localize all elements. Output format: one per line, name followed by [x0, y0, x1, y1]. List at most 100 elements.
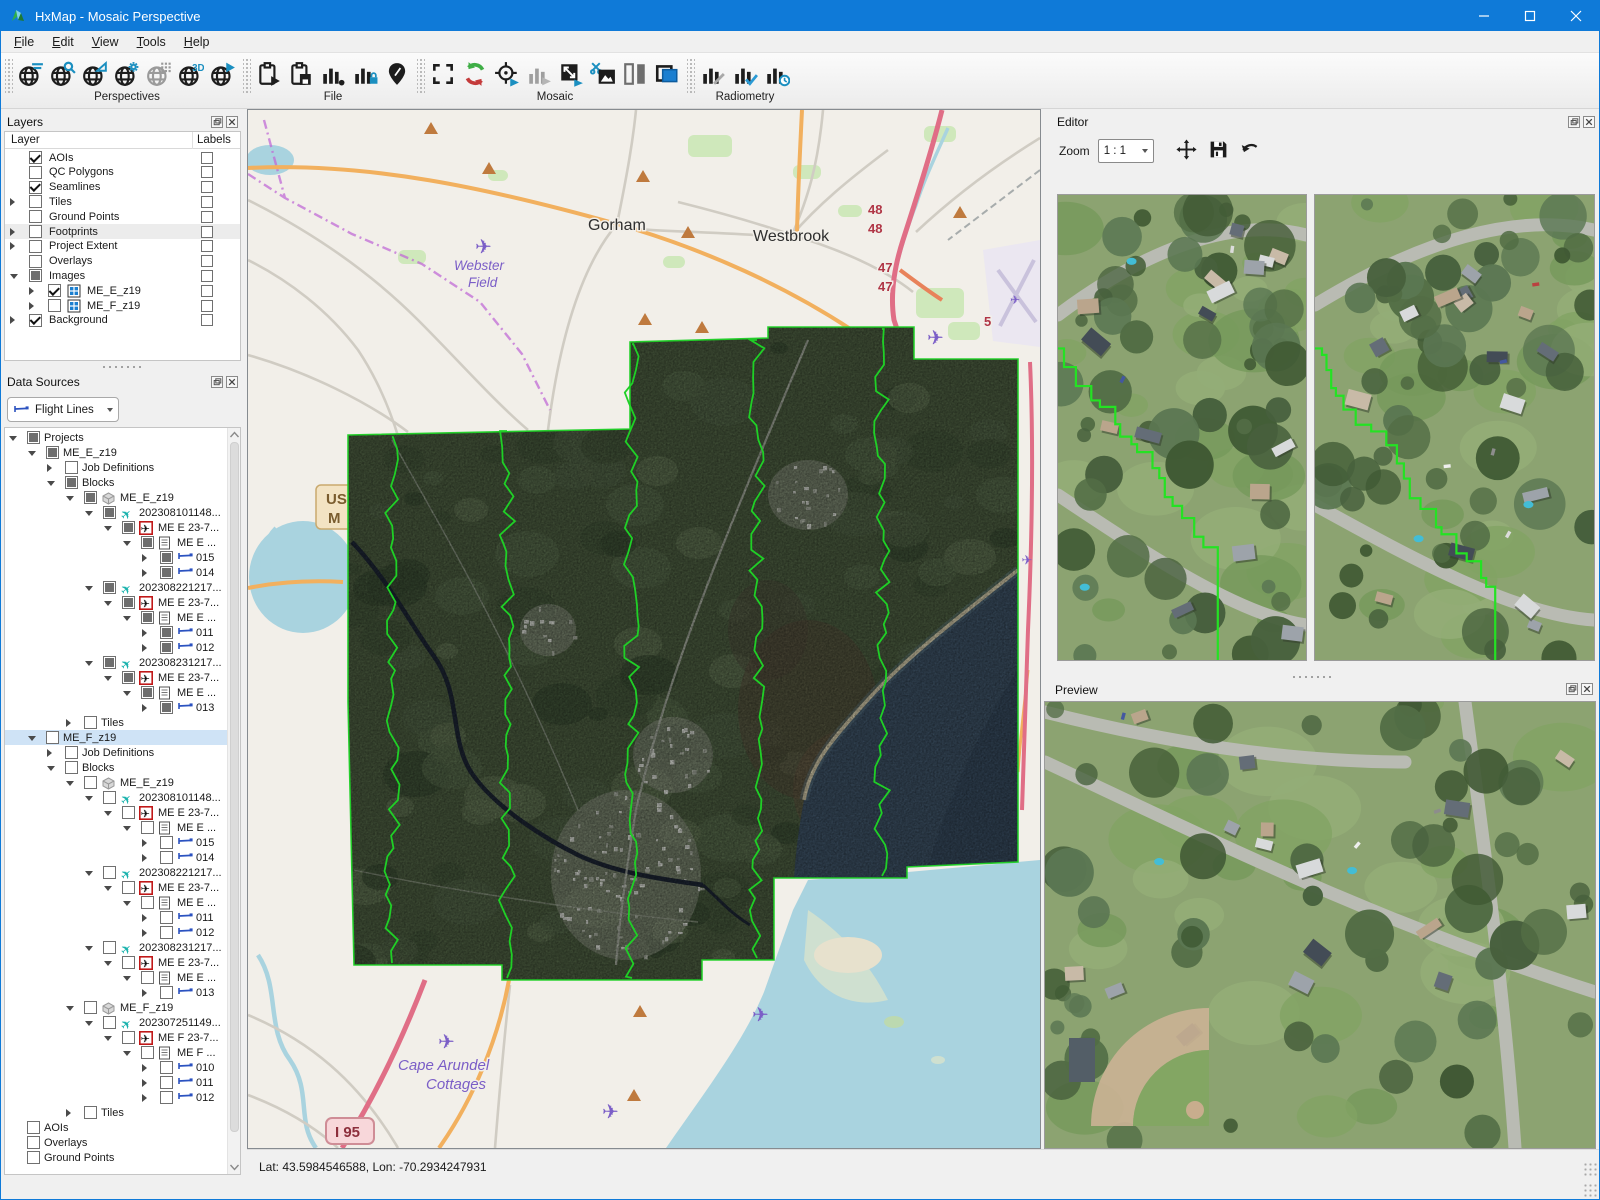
resize-grip-2[interactable] — [1583, 1183, 1597, 1197]
tree-row-014[interactable]: 014 — [5, 565, 227, 580]
tree-row-me-e-[interactable]: ME E ... — [5, 820, 227, 835]
save-button[interactable] — [1208, 139, 1229, 163]
clipboard-play-button[interactable] — [253, 59, 285, 91]
tree-checkbox[interactable] — [141, 611, 154, 624]
tree-checkbox[interactable] — [141, 1046, 154, 1059]
tree-row-me-f-[interactable]: ME F ... — [5, 1045, 227, 1060]
tree-row-blocks[interactable]: Blocks — [5, 475, 227, 490]
tree-checkbox[interactable] — [103, 1016, 116, 1029]
expander-icon[interactable] — [142, 1094, 147, 1102]
labels-checkbox[interactable] — [201, 211, 213, 223]
tree-checkbox[interactable] — [160, 926, 173, 939]
layer-checkbox[interactable] — [29, 195, 42, 208]
tree-checkbox[interactable] — [84, 491, 97, 504]
tree-row-me-e-z19[interactable]: ME_E_z19 — [5, 490, 227, 505]
globe-measure-button[interactable] — [79, 59, 111, 91]
layer-row-seamlines[interactable]: Seamlines — [5, 180, 240, 195]
tree-row-me-e-[interactable]: ME E ... — [5, 895, 227, 910]
undo-button[interactable] — [1240, 139, 1261, 163]
refresh-button[interactable] — [459, 59, 491, 91]
expander-icon[interactable] — [104, 601, 112, 606]
data-sources-close-button[interactable] — [226, 376, 238, 388]
expander-icon[interactable] — [104, 676, 112, 681]
expander-icon[interactable] — [29, 287, 34, 295]
tree-checkbox[interactable] — [65, 746, 78, 759]
expander-icon[interactable] — [123, 826, 131, 831]
tree-row-012[interactable]: 012 — [5, 925, 227, 940]
tree-checkbox[interactable] — [160, 701, 173, 714]
tree-checkbox[interactable] — [46, 731, 59, 744]
tree-checkbox[interactable] — [141, 686, 154, 699]
layer-checkbox[interactable] — [29, 210, 42, 223]
layer-checkbox[interactable] — [29, 255, 42, 268]
toolbar-group-handle[interactable] — [5, 59, 13, 93]
expander-icon[interactable] — [104, 811, 112, 816]
tree-row-011[interactable]: 011 — [5, 910, 227, 925]
expander-icon[interactable] — [9, 436, 17, 441]
expander-icon[interactable] — [10, 316, 15, 324]
tree-checkbox[interactable] — [84, 776, 97, 789]
bars-play-button[interactable] — [523, 59, 555, 91]
preview-image[interactable] — [1044, 701, 1596, 1149]
expander-icon[interactable] — [85, 871, 93, 876]
expander-icon[interactable] — [142, 929, 147, 937]
labels-checkbox[interactable] — [201, 255, 213, 267]
expander-icon[interactable] — [85, 661, 93, 666]
tree-checkbox[interactable] — [27, 1121, 40, 1134]
tree-checkbox[interactable] — [65, 476, 78, 489]
tree-row-me-f-23-7-[interactable]: ✈ME F 23-7... — [5, 1030, 227, 1045]
tree-row-013[interactable]: 013 — [5, 985, 227, 1000]
expander-icon[interactable] — [47, 766, 55, 771]
tree-row-014[interactable]: 014 — [5, 850, 227, 865]
labels-checkbox[interactable] — [201, 152, 213, 164]
tree-row-202308231217-[interactable]: ✈202308231217... — [5, 940, 227, 955]
expander-icon[interactable] — [85, 586, 93, 591]
image-stack-button[interactable] — [651, 59, 683, 91]
tree-checkbox[interactable] — [103, 581, 116, 594]
expander-icon[interactable] — [104, 961, 112, 966]
tree-row-202308221217-[interactable]: ✈202308221217... — [5, 580, 227, 595]
layer-row-qc-polygons[interactable]: QC Polygons — [5, 165, 240, 180]
tree-checkbox[interactable] — [65, 461, 78, 474]
labels-checkbox[interactable] — [201, 270, 213, 282]
minimize-button[interactable] — [1461, 1, 1507, 31]
tree-row-202308101148-[interactable]: ✈202308101148... — [5, 505, 227, 520]
bars-check-button[interactable] — [729, 59, 761, 91]
tree-scrollbar[interactable] — [227, 428, 240, 1174]
tree-row-me-e-[interactable]: ME E ... — [5, 685, 227, 700]
globe-search-button[interactable] — [47, 59, 79, 91]
expander-icon[interactable] — [123, 691, 131, 696]
tree-row-012[interactable]: 012 — [5, 640, 227, 655]
expander-icon[interactable] — [66, 719, 71, 727]
menu-tools[interactable]: Tools — [128, 33, 175, 51]
editor-close-button[interactable] — [1583, 116, 1595, 128]
expander-icon[interactable] — [142, 644, 147, 652]
expander-icon[interactable] — [10, 228, 15, 236]
layer-checkbox[interactable] — [29, 314, 42, 327]
tree-row-me-e-23-7-[interactable]: ✈ME E 23-7... — [5, 520, 227, 535]
flight-lines-dropdown[interactable]: Flight Lines — [7, 397, 119, 422]
expander-icon[interactable] — [104, 526, 112, 531]
tree-checkbox[interactable] — [122, 671, 135, 684]
tree-row-013[interactable]: 013 — [5, 700, 227, 715]
tree-row-me-f-z19[interactable]: ME_F_z19 — [5, 730, 227, 745]
menu-file[interactable]: File — [5, 33, 43, 51]
layers-close-button[interactable] — [226, 116, 238, 128]
expander-icon[interactable] — [142, 989, 147, 997]
layer-row-images[interactable]: Images — [5, 268, 240, 283]
resize-grip[interactable] — [1583, 1162, 1597, 1176]
layer-checkbox[interactable] — [29, 240, 42, 253]
expander-icon[interactable] — [142, 554, 147, 562]
tree-checkbox[interactable] — [27, 1151, 40, 1164]
layer-checkbox[interactable] — [29, 166, 42, 179]
layer-checkbox[interactable] — [29, 269, 42, 282]
toolbar-group-handle[interactable] — [243, 59, 251, 93]
tree-row-010[interactable]: 010 — [5, 1060, 227, 1075]
tree-checkbox[interactable] — [160, 1061, 173, 1074]
tree-row-projects[interactable]: Projects — [5, 430, 227, 445]
editor-image-left[interactable] — [1057, 194, 1307, 661]
expander-icon[interactable] — [123, 616, 131, 621]
editor-image-right[interactable] — [1314, 194, 1595, 661]
tree-checkbox[interactable] — [160, 986, 173, 999]
tree-checkbox[interactable] — [141, 896, 154, 909]
